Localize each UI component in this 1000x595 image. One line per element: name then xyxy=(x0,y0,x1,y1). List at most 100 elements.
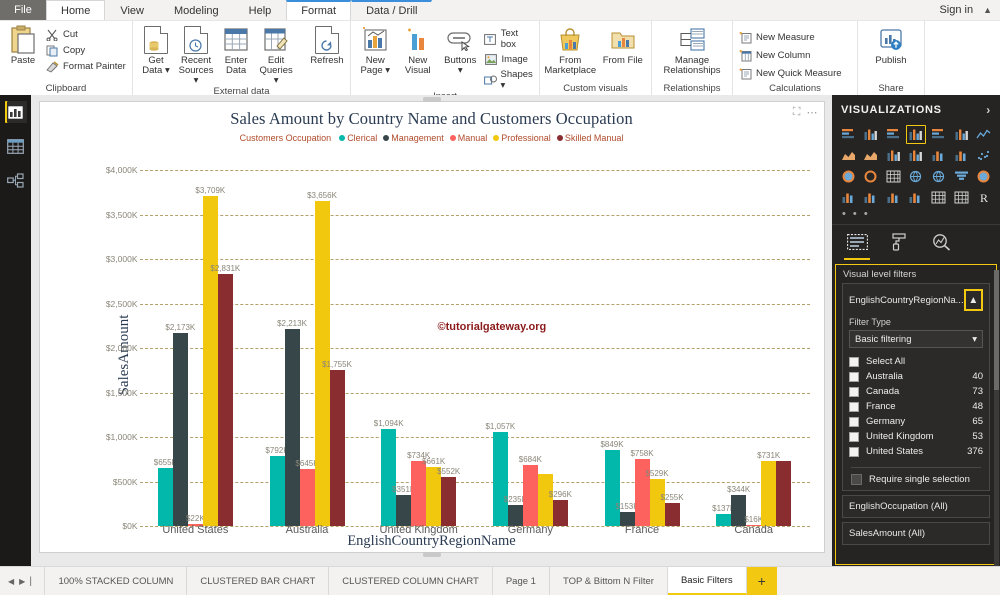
100-stacked-bar-chart-icon[interactable] xyxy=(928,125,949,144)
bar-manual[interactable]: $734K xyxy=(411,461,426,526)
r-script-visual-icon[interactable]: R xyxy=(973,188,994,207)
get-data-button[interactable]: Get Data ▾ xyxy=(138,25,174,76)
legend-item-clerical[interactable]: Clerical xyxy=(339,133,377,143)
filter-card-country[interactable]: EnglishCountryRegionNa... ▲ Filter Type … xyxy=(842,283,990,491)
text-box-button[interactable]: Text box xyxy=(484,28,534,50)
from-file-button[interactable]: From File xyxy=(601,25,645,66)
100-stacked-column-chart-icon[interactable] xyxy=(951,125,972,144)
format-painter-button[interactable]: Format Painter xyxy=(45,60,126,73)
more-visuals-icon[interactable]: • • • xyxy=(832,207,1000,224)
legend-item-professional[interactable]: Professional xyxy=(493,133,551,143)
bar-clerical[interactable]: $655K xyxy=(158,468,173,526)
checkbox-icon[interactable] xyxy=(849,387,859,397)
filter-item[interactable]: United States376 xyxy=(849,444,983,459)
bar-clerical[interactable]: $849K xyxy=(605,450,620,526)
bar-manual[interactable]: $645K xyxy=(300,469,315,526)
bar-clerical[interactable]: $1,057K xyxy=(493,432,508,526)
checkbox-icon[interactable] xyxy=(849,372,859,382)
copy-button[interactable]: Copy xyxy=(45,44,126,57)
new-column-button[interactable]: New Column xyxy=(738,49,842,62)
page-tab-100-stacked-column[interactable]: 100% STACKED COLUMN xyxy=(45,567,187,595)
page-tab-clustered-column-chart[interactable]: CLUSTERED COLUMN CHART xyxy=(329,567,493,595)
clustered-column-chart-icon[interactable] xyxy=(906,125,927,144)
from-marketplace-button[interactable]: From Marketplace xyxy=(546,25,594,76)
refresh-button[interactable]: Refresh xyxy=(309,25,345,66)
new-measure-button[interactable]: New Measure xyxy=(738,31,842,44)
filled-map-icon[interactable] xyxy=(928,167,949,186)
stacked-column-chart-icon[interactable] xyxy=(861,125,882,144)
card-icon[interactable] xyxy=(838,188,859,207)
recent-sources-button[interactable]: Recent Sources ▾ xyxy=(178,25,214,86)
ribbon-chart-icon[interactable] xyxy=(928,146,949,165)
new-visual-button[interactable]: New Visual xyxy=(399,25,438,76)
buttons-button[interactable]: Buttons ▾ xyxy=(441,25,480,76)
filter-item[interactable]: Germany65 xyxy=(849,414,983,429)
tab-modeling[interactable]: Modeling xyxy=(159,0,234,20)
page-tab-basic-filters[interactable]: Basic Filters xyxy=(668,567,747,595)
checkbox-icon[interactable] xyxy=(849,402,859,412)
tab-home[interactable]: Home xyxy=(46,0,105,20)
filter-item[interactable]: United Kingdom53 xyxy=(849,429,983,444)
shapes-button[interactable]: Shapes ▾ xyxy=(484,69,534,91)
multi-row-card-icon[interactable] xyxy=(861,188,882,207)
legend-item-management[interactable]: Management xyxy=(383,133,444,143)
stacked-area-chart-icon[interactable] xyxy=(861,146,882,165)
legend-item-skilled-manual[interactable]: Skilled Manual xyxy=(557,133,624,143)
next-page-icon[interactable]: ▶ xyxy=(19,577,25,586)
bar-clerical[interactable]: $1,094K xyxy=(381,429,396,526)
new-page-button[interactable]: New Page ▾ xyxy=(356,25,395,76)
add-page-button[interactable]: + xyxy=(747,567,777,595)
chevron-up-icon[interactable]: ▲ xyxy=(983,5,992,15)
sidebar-item-model-view[interactable] xyxy=(5,169,27,191)
filter-card-header[interactable]: EnglishCountryRegionNa... ▲ xyxy=(849,289,983,311)
cut-button[interactable]: Cut xyxy=(45,28,126,41)
checkbox-icon[interactable] xyxy=(851,474,862,485)
clustered-bar-chart-icon[interactable] xyxy=(883,125,904,144)
line-chart-icon[interactable] xyxy=(973,125,994,144)
area-chart-icon[interactable] xyxy=(838,146,859,165)
checkbox-icon[interactable] xyxy=(849,432,859,442)
resize-handle-top[interactable] xyxy=(423,97,441,102)
filter-item[interactable]: France48 xyxy=(849,399,983,414)
bar-clerical[interactable]: $792K xyxy=(270,456,285,526)
treemap-icon[interactable] xyxy=(883,167,904,186)
checkbox-icon[interactable] xyxy=(849,417,859,427)
paste-button[interactable]: Paste xyxy=(5,25,41,66)
tab-analytics[interactable] xyxy=(928,231,954,258)
enter-data-button[interactable]: Enter Data xyxy=(218,25,254,76)
bar-management[interactable]: $2,173K xyxy=(173,333,188,526)
signin-link[interactable]: Sign in xyxy=(939,4,973,16)
bar-professional[interactable]: $661K xyxy=(426,467,441,526)
filters-scrollbar[interactable] xyxy=(994,270,999,570)
tab-fields[interactable] xyxy=(844,231,870,260)
bar-professional[interactable]: $3,709K xyxy=(203,196,218,526)
legend-item-manual[interactable]: Manual xyxy=(450,133,488,143)
line-clustered-column-icon[interactable] xyxy=(906,146,927,165)
tab-format[interactable]: Format xyxy=(286,0,351,20)
focus-mode-icon[interactable]: ⛶ xyxy=(793,106,801,119)
publish-button[interactable]: Publish xyxy=(869,25,913,66)
tab-help[interactable]: Help xyxy=(234,0,287,20)
bar-skilled-manual[interactable] xyxy=(776,461,791,526)
tab-view[interactable]: View xyxy=(105,0,159,20)
line-stacked-column-icon[interactable] xyxy=(883,146,904,165)
clustered-column-chart-visual[interactable]: ⛶ ⋯ Sales Amount by Country Name and Cus… xyxy=(39,101,825,553)
sidebar-item-data-view[interactable] xyxy=(5,135,27,157)
visualization-type-grid[interactable]: R xyxy=(832,123,1000,207)
filter-type-dropdown[interactable]: Basic filtering ▾ xyxy=(849,330,983,348)
bar-management[interactable]: $2,213K xyxy=(285,329,300,526)
require-single-selection-toggle[interactable]: Require single selection xyxy=(849,474,983,485)
checkbox-icon[interactable] xyxy=(849,447,859,457)
image-button[interactable]: Image xyxy=(484,53,534,66)
bar-skilled-manual[interactable]: $2,831K xyxy=(218,274,233,526)
filter-card-occupation[interactable]: EnglishOccupation (All) xyxy=(842,495,990,518)
filter-item[interactable]: Australia40 xyxy=(849,369,983,384)
page-tab-clustered-bar-chart[interactable]: CLUSTERED BAR CHART xyxy=(187,567,329,595)
matrix-icon[interactable] xyxy=(951,188,972,207)
kpi-icon[interactable] xyxy=(883,188,904,207)
tab-format[interactable] xyxy=(886,231,912,258)
edit-queries-button[interactable]: Edit Queries ▾ xyxy=(258,25,294,86)
gauge-icon[interactable] xyxy=(973,167,994,186)
stacked-bar-chart-icon[interactable] xyxy=(838,125,859,144)
tab-data-drill[interactable]: Data / Drill xyxy=(351,0,432,20)
